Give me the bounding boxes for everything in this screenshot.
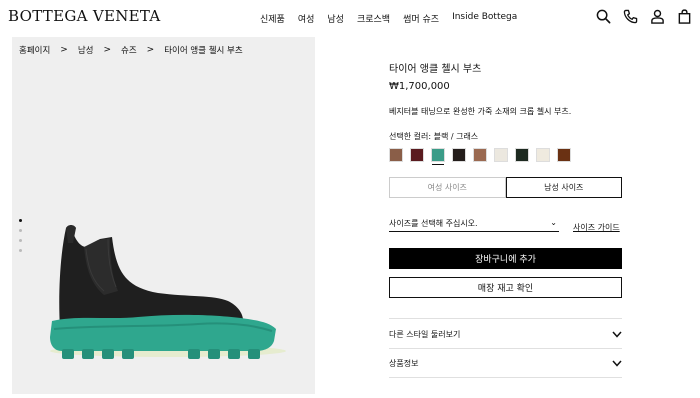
accordion-other-styles[interactable]: 다른 스타일 둘러보기 bbox=[389, 327, 622, 341]
breadcrumb-separator-icon: > bbox=[146, 45, 155, 55]
color-swatch[interactable] bbox=[536, 148, 550, 162]
gallery-pagination bbox=[19, 219, 22, 252]
product-title: 타이어 앵클 첼시 부츠 bbox=[389, 64, 482, 75]
search-icon[interactable] bbox=[595, 8, 611, 24]
accordion-label: 다른 스타일 둘러보기 bbox=[389, 329, 461, 339]
breadcrumb-current: 타이어 앵클 첼시 부츠 bbox=[164, 46, 243, 56]
tab-women-sizes[interactable]: 여성 사이즈 bbox=[389, 177, 506, 198]
chevron-down-icon bbox=[612, 331, 622, 338]
breadcrumb-men[interactable]: 남성 bbox=[78, 44, 94, 56]
gallery-dot[interactable] bbox=[19, 219, 22, 222]
tab-men-sizes[interactable]: 남성 사이즈 bbox=[505, 177, 622, 198]
bag-icon[interactable] bbox=[676, 8, 692, 24]
divider bbox=[389, 318, 622, 319]
size-select[interactable]: 사이즈를 선택해 주십시오. ⌄ bbox=[389, 218, 559, 232]
size-select-placeholder: 사이즈를 선택해 주십시오. bbox=[389, 219, 478, 228]
site-header: BOTTEGA VENETA 신제품 여성 남성 크로스백 썸머 슈즈 Insi… bbox=[0, 0, 700, 36]
color-swatch[interactable] bbox=[452, 148, 466, 162]
store-stock-button[interactable]: 매장 재고 확인 bbox=[389, 277, 622, 298]
breadcrumb: 홈페이지 > 남성 > 슈즈 > 타이어 앵클 첼시 부츠 bbox=[19, 44, 243, 56]
nav-item-crossbody[interactable]: 크로스백 bbox=[357, 12, 390, 25]
color-swatch[interactable] bbox=[473, 148, 487, 162]
product-info-panel: 타이어 앵클 첼시 부츠 ₩1,700,000 베지터블 태닝으로 완성한 가죽… bbox=[389, 60, 622, 165]
chevron-down-icon: ⌄ bbox=[550, 218, 557, 227]
color-swatch[interactable] bbox=[494, 148, 508, 162]
size-region-tabs: 여성 사이즈 남성 사이즈 bbox=[389, 177, 622, 198]
account-icon[interactable] bbox=[649, 8, 665, 24]
phone-icon[interactable] bbox=[622, 8, 638, 24]
nav-item-new[interactable]: 신제품 bbox=[260, 12, 285, 25]
color-swatch[interactable] bbox=[410, 148, 424, 162]
product-description: 베지터블 태닝으로 완성한 가죽 소재의 크롭 첼시 부츠. bbox=[389, 107, 572, 116]
color-swatch[interactable] bbox=[557, 148, 571, 162]
color-swatch[interactable] bbox=[515, 148, 529, 162]
color-swatch[interactable] bbox=[389, 148, 403, 162]
accordion-label: 상품정보 bbox=[389, 358, 419, 368]
accordion-product-info[interactable]: 상품정보 bbox=[389, 356, 622, 370]
gallery-dot[interactable] bbox=[19, 249, 22, 252]
color-swatches bbox=[389, 148, 622, 165]
nav-item-men[interactable]: 남성 bbox=[327, 12, 344, 25]
divider bbox=[389, 348, 622, 349]
breadcrumb-shoes[interactable]: 슈즈 bbox=[121, 44, 137, 56]
chevron-down-icon bbox=[612, 360, 622, 367]
nav-item-inside-bottega[interactable]: Inside Bottega bbox=[452, 12, 517, 25]
nav-item-summer-shoes[interactable]: 썸머 슈즈 bbox=[403, 12, 439, 25]
product-image-area: 홈페이지 > 남성 > 슈즈 > 타이어 앵클 첼시 부츠 bbox=[12, 37, 315, 394]
divider bbox=[389, 377, 622, 378]
color-swatch[interactable] bbox=[431, 148, 445, 165]
selected-color-label: 선택한 컬러: 블랙 / 그래스 bbox=[389, 132, 479, 141]
breadcrumb-separator-icon: > bbox=[60, 45, 68, 55]
size-guide-link[interactable]: 사이즈 가이드 bbox=[573, 222, 620, 233]
header-icons bbox=[595, 8, 692, 24]
main-nav: 신제품 여성 남성 크로스백 썸머 슈즈 Inside Bottega bbox=[260, 12, 517, 25]
breadcrumb-separator-icon: > bbox=[103, 45, 112, 55]
gallery-dot[interactable] bbox=[19, 229, 22, 232]
brand-logo[interactable]: BOTTEGA VENETA bbox=[8, 7, 161, 25]
product-image bbox=[50, 225, 286, 359]
gallery-dot[interactable] bbox=[19, 239, 22, 242]
breadcrumb-home[interactable]: 홈페이지 bbox=[19, 44, 50, 56]
product-price: ₩1,700,000 bbox=[389, 81, 450, 92]
nav-item-women[interactable]: 여성 bbox=[298, 12, 315, 25]
add-to-cart-button[interactable]: 장바구니에 추가 bbox=[389, 248, 622, 269]
